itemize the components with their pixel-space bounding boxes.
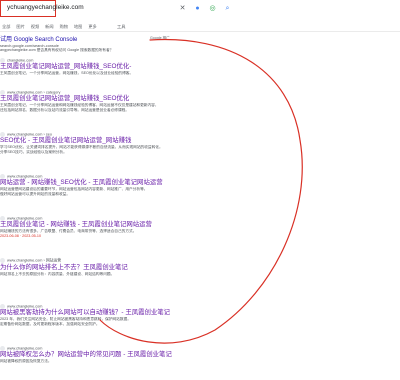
search-icon[interactable]: ⌕ <box>223 4 232 13</box>
result-snippet: 网站排名上不去的原因分析：内容质量、外链建设、网站结构等问题。 <box>0 271 115 276</box>
result-item: www.changleike.com 王凤霞创业笔记 - 网站赚钱 - 王凤霞创… <box>0 216 230 239</box>
result-title[interactable]: 王凤霞创业笔记 - 网站赚钱 - 王凤霞创业笔记网站运营 <box>0 221 230 229</box>
result-title[interactable]: 王凤霞创业笔记网站运营_网站赚钱_SEO优化 <box>0 95 230 103</box>
top-bar: ychuangyechangleike.com ✕ ● ◎ ⌕ <box>0 0 400 18</box>
tab-more[interactable]: 更多 <box>88 24 96 30</box>
result-title[interactable]: 网站被黑客劫持为什么网站可以自动赚钱？- 王凤霞创业笔记 <box>0 309 230 317</box>
header-divider <box>0 31 400 32</box>
tab-news[interactable]: 新闻 <box>45 24 53 30</box>
result-dates: 2023-06-08 · 2023-05-10 <box>0 234 42 239</box>
result-title[interactable]: 为什么你的网站排名上不去？王凤霞创业笔记 <box>0 264 230 272</box>
tab-all[interactable]: 全部 <box>2 24 10 30</box>
search-input[interactable]: ychuangyechangleike.com <box>0 0 84 17</box>
result-title[interactable]: 网站被降权怎么办？网站运营中的常见问题 - 王凤霞创业笔记 <box>0 351 230 359</box>
result-snippet-line2: 定期备份网站数据，及时更新程序版本，加强网站安全防护。 <box>0 322 100 327</box>
result-item: changleike.com 王凤霞创业笔记网站运营_网站赚钱_SEO优化- 王… <box>0 58 230 76</box>
tab-videos[interactable]: 视频 <box>31 24 39 30</box>
result-title[interactable]: SEO优化 - 王凤霞创业笔记网站运营_网站赚钱 <box>0 137 230 145</box>
site-favicon-icon <box>0 258 5 263</box>
tab-shopping[interactable]: 购物 <box>60 24 68 30</box>
result-item: www.changleike.com 网站被降权怎么办？网站运营中的常见问题 -… <box>0 346 230 364</box>
result-title[interactable]: 王凤霞创业笔记网站运营_网站赚钱_SEO优化- <box>0 63 230 71</box>
result-title[interactable]: 试用 Google Search Console <box>0 36 230 44</box>
search-actions: ✕ ● ◎ ⌕ <box>178 4 232 13</box>
result-item: www.changleike.com › 网站运营 为什么你的网站排名上不去？王… <box>0 258 230 277</box>
result-snippet-line2: 分享SEO技巧，实战经验以及案例分析。 <box>0 150 67 155</box>
result-snippet: 网站被降权的原因及恢复方法。 <box>0 359 52 363</box>
result-snippet: 王凤霞创业笔记，一个分享网站运营，网站赚钱，SEO优化以及创业经验的博客。 <box>0 71 134 75</box>
tools-button[interactable]: 工具 <box>117 24 125 30</box>
result-item: www.changleike.com › seo SEO优化 - 王凤霞创业笔记… <box>0 132 230 155</box>
result-snippet-line2: 做好网站运营可以提升网站的流量和收益。 <box>0 192 71 197</box>
search-tabs: 全部 图片 视频 新闻 购物 地图 更多 <box>2 24 97 30</box>
ad-label: Google 推广 <box>150 36 170 40</box>
search-query-text: ychuangyechangleike.com <box>7 4 84 11</box>
tab-images[interactable]: 图片 <box>16 24 24 30</box>
lens-icon[interactable]: ◎ <box>208 4 217 13</box>
close-icon[interactable]: ✕ <box>178 4 187 13</box>
result-item: www.changleike.com › category 王凤霞创业笔记网站运… <box>0 90 230 113</box>
result-item: www.changleike.com 网站被黑客劫持为什么网站可以自动赚钱？- … <box>0 304 230 327</box>
microphone-icon[interactable]: ● <box>193 4 202 13</box>
result-snippet: angyechangleike.com 是否具有有权访问 Google 搜索数据… <box>0 48 114 52</box>
result-snippet-line2: 还包括网站排名、数据分析以及站内流量引导等。网站运营是创业者必修课程。 <box>0 108 130 113</box>
result-title[interactable]: 网站运营 - 网站赚钱_SEO优化 - 王凤霞创业笔记网站运营 <box>0 179 230 187</box>
result-item: www.changleike.com 网站运营 - 网站赚钱_SEO优化 - 王… <box>0 174 230 197</box>
result-gsc: 试用 Google Search Console search.google.c… <box>0 36 230 53</box>
tab-maps[interactable]: 地图 <box>74 24 82 30</box>
